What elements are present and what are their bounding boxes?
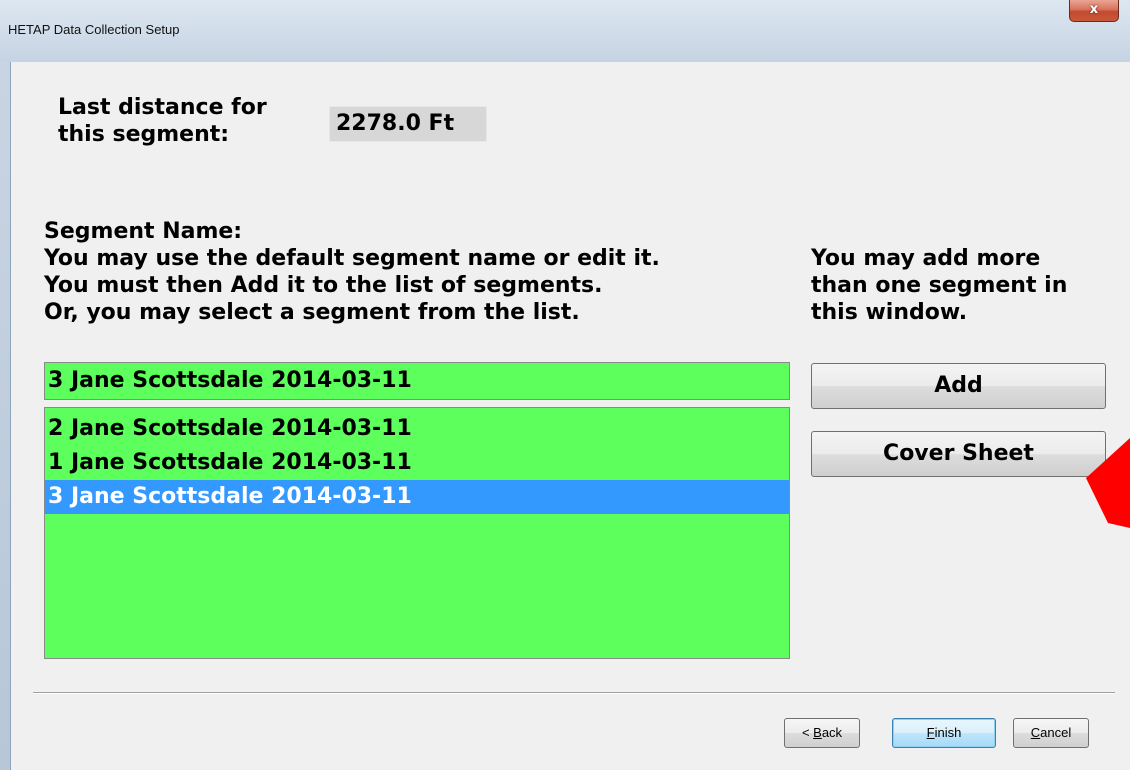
finish-button[interactable]: Finish (892, 718, 996, 748)
finish-accel: F (926, 725, 935, 740)
cancel-rest: ancel (1040, 725, 1072, 740)
title-bar[interactable]: HETAP Data Collection Setup x (0, 0, 1130, 62)
segment-name-input[interactable]: 3 Jane Scottsdale 2014-03-11 (44, 362, 790, 400)
segment-list-item[interactable]: 1 Jane Scottsdale 2014-03-11 (45, 446, 789, 480)
distance-label-line1: Last distance for (58, 95, 267, 120)
finish-rest: inish (934, 725, 962, 740)
red-arrow-shape (1086, 438, 1130, 528)
segment-list-item-selected[interactable]: 3 Jane Scottsdale 2014-03-11 (45, 480, 789, 514)
cancel-button[interactable]: Cancel (1013, 718, 1089, 748)
cover-sheet-button[interactable]: Cover Sheet (811, 431, 1106, 477)
segment-heading: Segment Name: (44, 219, 243, 244)
cancel-accel: C (1030, 725, 1041, 740)
dialog-client-area: Last distance for this segment: 2278.0 F… (10, 62, 1130, 770)
close-icon: x (1089, 2, 1099, 17)
side-note-line-3: this window. (811, 300, 968, 325)
side-note-line-2: than one segment in (811, 273, 1068, 298)
segment-instructions: Segment Name: You may use the default se… (44, 218, 660, 326)
back-button[interactable]: < Back (784, 718, 860, 748)
instruction-line-2: You must then Add it to the list of segm… (44, 273, 603, 298)
distance-value: 2278.0 Ft (329, 106, 487, 142)
add-button[interactable]: Add (811, 363, 1106, 409)
window-title: HETAP Data Collection Setup (8, 22, 180, 37)
instruction-line-1: You may use the default segment name or … (44, 246, 660, 271)
red-arrow-icon (1086, 438, 1130, 528)
segment-list-item[interactable]: 2 Jane Scottsdale 2014-03-11 (45, 412, 789, 446)
close-button[interactable]: x (1069, 0, 1119, 22)
back-accel: B (813, 725, 822, 740)
footer-separator (33, 692, 1115, 694)
distance-label: Last distance for this segment: (58, 94, 267, 148)
dialog-window: HETAP Data Collection Setup x Last dista… (0, 0, 1130, 770)
back-rest: ack (821, 725, 843, 740)
segment-list[interactable]: 2 Jane Scottsdale 2014-03-11 1 Jane Scot… (44, 407, 790, 659)
distance-label-line2: this segment: (58, 122, 230, 147)
side-note-line-1: You may add more (811, 246, 1041, 271)
side-note: You may add more than one segment in thi… (811, 245, 1067, 326)
instruction-line-3: Or, you may select a segment from the li… (44, 300, 580, 325)
back-prefix: < (801, 725, 814, 740)
